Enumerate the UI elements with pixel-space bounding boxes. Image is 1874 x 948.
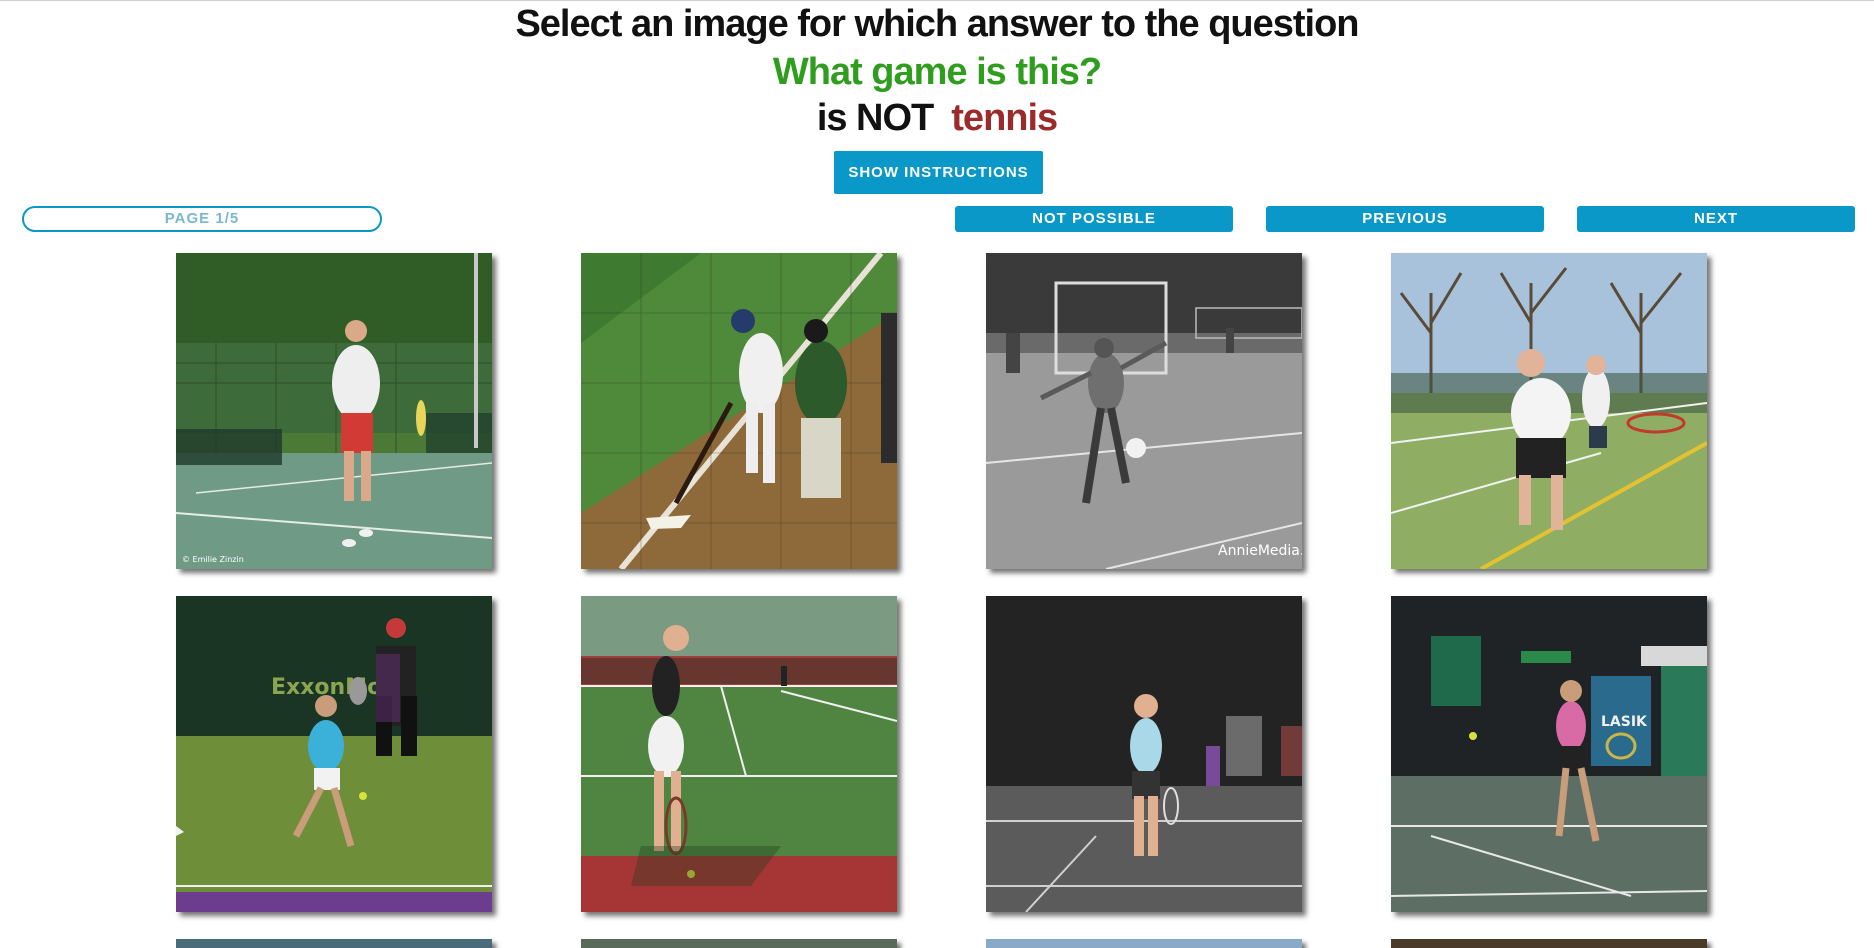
answer-text: tennis bbox=[951, 97, 1058, 139]
is-not-label: is NOT bbox=[816, 97, 934, 139]
watermark: AnnieMedia.nl bbox=[1218, 543, 1302, 559]
baseball-batter-and-catcher-image[interactable] bbox=[581, 253, 897, 569]
woman-tennis-serve-prep-image[interactable] bbox=[581, 596, 897, 912]
partial-row-image-1[interactable] bbox=[176, 939, 492, 948]
next-button[interactable]: NEXT bbox=[1577, 206, 1855, 232]
watermark: © Emilie Zinzin bbox=[182, 555, 244, 564]
partial-row-image-2[interactable] bbox=[581, 939, 897, 948]
question-text: What game is this? bbox=[772, 51, 1102, 93]
answer-line: is NOT tennis bbox=[0, 97, 1874, 140]
page-indicator: PAGE 1/5 bbox=[22, 206, 382, 232]
instruction-title: Select an image for which answer to the … bbox=[515, 3, 1359, 45]
watermark: LASIK bbox=[1601, 714, 1648, 730]
previous-button[interactable]: PREVIOUS bbox=[1266, 206, 1544, 232]
tennis-player-forehand-exxonmobil-image[interactable]: ExxonMobil bbox=[176, 596, 492, 912]
boy-swinging-racket-on-field-image[interactable] bbox=[1391, 253, 1707, 569]
black-white-soccer-kick-image[interactable]: AnnieMedia.nl bbox=[986, 253, 1302, 569]
woman-standing-on-clay-court-image[interactable] bbox=[986, 596, 1302, 912]
partial-row-image-4[interactable] bbox=[1391, 939, 1707, 948]
man-walking-on-tennis-court-image[interactable]: © Emilie Zinzin bbox=[176, 253, 492, 569]
show-instructions-button[interactable]: SHOW INSTRUCTIONS bbox=[834, 151, 1043, 194]
partial-row-image-3[interactable] bbox=[986, 939, 1302, 948]
not-possible-button[interactable]: NOT POSSIBLE bbox=[955, 206, 1233, 232]
woman-tennis-forehand-indoor-image[interactable]: LASIK bbox=[1391, 596, 1707, 912]
